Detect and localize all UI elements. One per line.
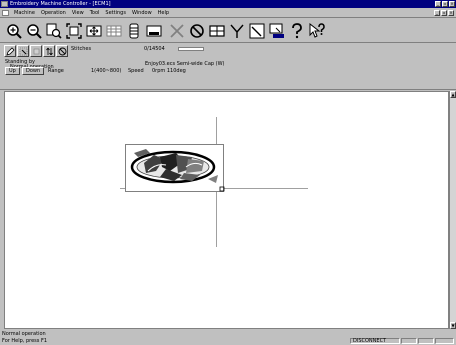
machine-icon bbox=[129, 23, 138, 38]
vertical-scrollbar[interactable]: ▲ ▼ bbox=[449, 91, 456, 329]
status-cell-2 bbox=[418, 338, 434, 344]
grid-icon bbox=[106, 25, 121, 36]
hoop-icon bbox=[229, 24, 244, 38]
app-icon[interactable] bbox=[1, 1, 8, 7]
cancel-button[interactable] bbox=[167, 21, 186, 41]
layer-button[interactable] bbox=[30, 45, 42, 57]
status-cell-3 bbox=[435, 338, 454, 344]
zoom-window-button[interactable] bbox=[44, 21, 63, 41]
prohibit-icon bbox=[58, 47, 66, 55]
layer-icon bbox=[33, 48, 39, 54]
zoom-out-icon bbox=[26, 23, 42, 39]
range-label: Range bbox=[48, 68, 64, 74]
pan-icon bbox=[86, 25, 101, 36]
help-button[interactable] bbox=[287, 21, 306, 41]
menu-operation[interactable]: Operation bbox=[38, 8, 69, 18]
cancel-icon bbox=[169, 23, 184, 38]
pencil-icon bbox=[5, 46, 15, 56]
speed-value: 0rpm 110deg bbox=[152, 68, 186, 74]
doc-restore-button[interactable]: ▫ bbox=[441, 9, 447, 16]
menu-window[interactable]: Window bbox=[129, 8, 155, 18]
file-info: Enjoy03.ecs Semi-wide Cap (W) bbox=[145, 61, 225, 67]
fit-all-icon bbox=[65, 22, 82, 39]
status-bar: Normal operation For Help, press F1 DISC… bbox=[0, 330, 456, 345]
trace-button[interactable] bbox=[247, 21, 266, 41]
restore-button[interactable]: ▫ bbox=[442, 1, 448, 7]
speed-label: Speed bbox=[128, 68, 144, 74]
menu-settings[interactable]: Settings bbox=[102, 8, 129, 18]
doc-minimize-button[interactable]: _ bbox=[434, 9, 440, 16]
menu-help[interactable]: Help bbox=[155, 8, 172, 18]
monitor-button[interactable] bbox=[144, 21, 163, 41]
context-help-button[interactable] bbox=[307, 21, 326, 41]
stitch-progress-bar bbox=[178, 47, 204, 51]
select-button[interactable] bbox=[17, 45, 29, 57]
frame-icon bbox=[208, 24, 225, 37]
stop-icon bbox=[189, 23, 204, 38]
transfer-icon bbox=[269, 23, 284, 38]
close-button[interactable]: × bbox=[449, 1, 455, 7]
stitches-label: Stitches bbox=[71, 46, 92, 52]
range-value: 1(400~800) bbox=[91, 68, 122, 74]
embroidery-logo-icon bbox=[130, 149, 225, 192]
doc-close-button[interactable]: × bbox=[448, 9, 454, 16]
up-button[interactable]: Up bbox=[5, 67, 20, 75]
document-icon[interactable] bbox=[2, 9, 9, 16]
trace-icon bbox=[249, 23, 264, 38]
up-down-arrow-icon bbox=[45, 47, 53, 55]
machine-status-panel: Stitches 0/14504 Standing by Normal oper… bbox=[0, 44, 456, 90]
status-help-hint: For Help, press F1 bbox=[2, 338, 48, 344]
minimize-button[interactable]: _ bbox=[435, 1, 441, 7]
design-canvas[interactable] bbox=[4, 91, 449, 329]
menu-bar: Machine Operation View Tool Settings Win… bbox=[0, 8, 456, 18]
hoop-button[interactable] bbox=[227, 21, 246, 41]
menu-machine[interactable]: Machine bbox=[11, 8, 38, 18]
frame-button[interactable] bbox=[207, 21, 226, 41]
scroll-up-arrow[interactable]: ▲ bbox=[450, 91, 456, 98]
scroll-down-arrow[interactable]: ▼ bbox=[450, 322, 456, 329]
edit-button[interactable] bbox=[4, 45, 16, 57]
menu-view[interactable]: View bbox=[69, 8, 87, 18]
zoom-in-button[interactable] bbox=[4, 21, 23, 41]
stop-button[interactable] bbox=[187, 21, 206, 41]
main-toolbar bbox=[0, 19, 456, 43]
transfer-button[interactable] bbox=[267, 21, 286, 41]
zoom-window-icon bbox=[46, 23, 62, 39]
stitches-value: 0/14504 bbox=[144, 46, 165, 52]
menu-tool[interactable]: Tool bbox=[87, 8, 103, 18]
status-operation: Normal operation bbox=[2, 331, 46, 337]
pan-button[interactable] bbox=[84, 21, 103, 41]
context-help-icon bbox=[309, 22, 325, 38]
updown-button[interactable] bbox=[43, 45, 55, 57]
connection-status: DISCONNECT bbox=[350, 338, 400, 344]
embroidery-design[interactable] bbox=[125, 144, 225, 192]
zoom-out-button[interactable] bbox=[24, 21, 43, 41]
monitor-icon bbox=[146, 25, 161, 36]
select-icon bbox=[19, 47, 27, 55]
fit-all-button[interactable] bbox=[64, 21, 83, 41]
status-cell-1 bbox=[401, 338, 417, 344]
zoom-in-icon bbox=[6, 23, 22, 39]
down-button[interactable]: Down bbox=[22, 67, 45, 75]
prohibit-button[interactable] bbox=[56, 45, 68, 57]
grid-button[interactable] bbox=[104, 21, 123, 41]
machine-button[interactable] bbox=[124, 21, 143, 41]
help-icon bbox=[291, 22, 302, 38]
